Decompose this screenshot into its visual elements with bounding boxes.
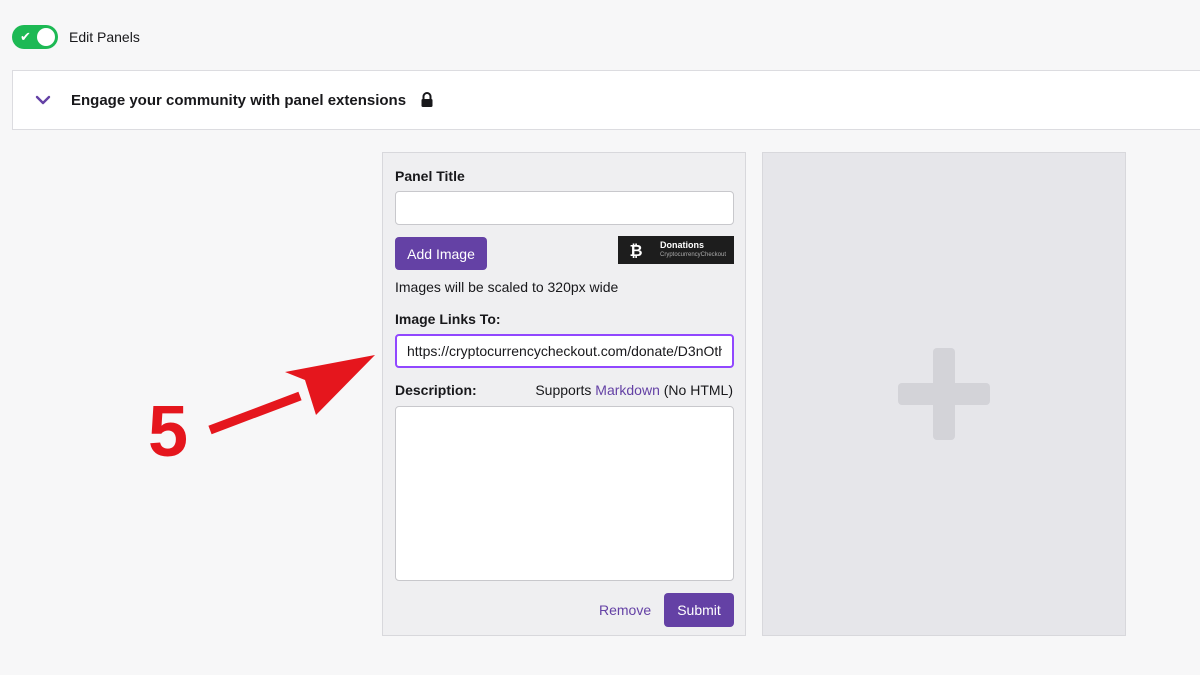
panel-extensions-header[interactable]: Engage your community with panel extensi… bbox=[12, 70, 1200, 130]
annotation-number: 5 bbox=[148, 392, 189, 472]
markdown-link[interactable]: Markdown bbox=[595, 382, 660, 398]
panel-edit-form: Panel Title Add Image ₿ Donations Crypto… bbox=[382, 152, 746, 636]
panel-title-input[interactable] bbox=[395, 191, 734, 225]
plus-icon bbox=[898, 348, 990, 440]
supports-suffix: (No HTML) bbox=[663, 382, 733, 398]
panel-image-preview: ₿ Donations CryptocurrencyCheckout bbox=[618, 236, 734, 264]
supports-prefix: Supports bbox=[535, 382, 592, 398]
submit-button[interactable]: Submit bbox=[664, 593, 734, 627]
panel-title-label: Panel Title bbox=[395, 168, 465, 184]
check-icon: ✔ bbox=[20, 29, 31, 44]
remove-link[interactable]: Remove bbox=[599, 602, 651, 618]
edit-panels-toggle-row: ✔ Edit Panels bbox=[12, 25, 140, 49]
toggle-knob bbox=[37, 28, 55, 46]
image-preview-title: Donations bbox=[660, 240, 704, 250]
chevron-down-icon[interactable] bbox=[33, 90, 53, 110]
add-image-button[interactable]: Add Image bbox=[395, 237, 487, 270]
description-label: Description: bbox=[395, 382, 477, 398]
image-preview-subtitle: CryptocurrencyCheckout bbox=[660, 252, 727, 258]
bitcoin-icon: ₿ bbox=[629, 241, 642, 259]
image-links-label: Image Links To: bbox=[395, 311, 501, 327]
add-panel-placeholder[interactable] bbox=[762, 152, 1126, 636]
description-textarea[interactable] bbox=[395, 406, 734, 581]
edit-panels-toggle[interactable]: ✔ bbox=[12, 25, 58, 49]
markdown-support-note: Supports Markdown (No HTML) bbox=[535, 382, 733, 398]
lock-icon bbox=[421, 92, 433, 107]
image-scale-note: Images will be scaled to 320px wide bbox=[395, 279, 619, 295]
image-link-input[interactable] bbox=[395, 334, 734, 368]
svg-text:₿: ₿ bbox=[629, 241, 642, 259]
panel-extensions-title: Engage your community with panel extensi… bbox=[71, 91, 407, 109]
edit-panels-label: Edit Panels bbox=[69, 29, 140, 45]
